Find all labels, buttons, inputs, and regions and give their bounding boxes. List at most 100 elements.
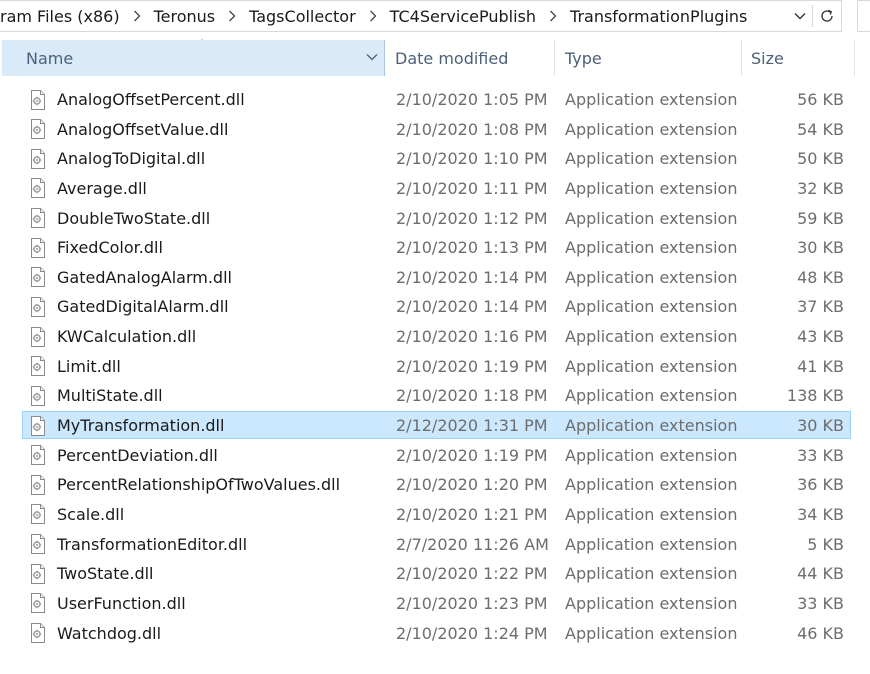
column-header-size[interactable]: Size [742, 40, 855, 76]
breadcrumb-tc4servicepublish[interactable]: TC4ServicePublish [384, 1, 542, 31]
dll-file-icon [30, 263, 48, 292]
file-row[interactable]: KWCalculation.dll 2/10/2020 1:16 PM Applic… [0, 322, 870, 352]
file-size: 33 KB [797, 445, 844, 465]
file-row[interactable]: FixedColor.dll 2/10/2020 1:13 PM Applicati… [0, 233, 870, 263]
file-row[interactable]: AnalogOffsetPercent.dll 2/10/2020 1:05 PM… [0, 85, 870, 115]
file-size: 37 KB [797, 297, 844, 317]
file-row[interactable]: GatedAnalogAlarm.dll 2/10/2020 1:14 PM App… [0, 263, 870, 293]
file-row[interactable]: MultiState.dll 2/10/2020 1:18 PM Applicati… [0, 381, 870, 411]
dll-file-icon [30, 441, 48, 470]
file-name: GatedAnalogAlarm.dll [57, 267, 232, 287]
file-type: Application extension [565, 534, 738, 554]
file-date-modified: 2/10/2020 1:22 PM [396, 564, 548, 584]
file-type: Application extension [565, 475, 738, 495]
search-box[interactable] [857, 0, 870, 32]
chevron-right-icon[interactable] [126, 1, 148, 31]
file-row[interactable]: PercentDeviation.dll 2/10/2020 1:19 PM App… [0, 441, 870, 471]
column-header-date-label: Date modified [395, 48, 509, 68]
dll-file-icon [30, 352, 48, 381]
file-size: 50 KB [797, 149, 844, 169]
file-explorer-window: ram Files (x86) Teronus TagsCollector TC… [0, 0, 870, 674]
file-date-modified: 2/10/2020 1:23 PM [396, 593, 548, 613]
file-date-modified: 2/10/2020 1:21 PM [396, 504, 548, 524]
file-name: GatedDigitalAlarm.dll [57, 297, 229, 317]
file-date-modified: 2/10/2020 1:20 PM [396, 475, 548, 495]
breadcrumb-teronus[interactable]: Teronus [148, 1, 222, 31]
file-size: 36 KB [797, 475, 844, 495]
column-header-size-label: Size [751, 48, 784, 68]
breadcrumb-transformationplugins[interactable]: TransformationPlugins [564, 1, 753, 31]
file-size: 138 KB [786, 386, 844, 406]
file-row[interactable]: DoubleTwoState.dll 2/10/2020 1:12 PM Appli… [0, 204, 870, 234]
file-name: MyTransformation.dll [57, 416, 225, 436]
file-type: Application extension [565, 208, 738, 228]
dll-file-icon [30, 619, 48, 648]
column-header-date-modified[interactable]: Date modified [385, 40, 555, 76]
file-date-modified: 2/10/2020 1:16 PM [396, 327, 548, 347]
file-type: Application extension [565, 416, 738, 436]
file-type: Application extension [565, 356, 738, 376]
file-type: Application extension [565, 267, 738, 287]
file-name: Limit.dll [57, 356, 121, 376]
file-size: 5 KB [807, 534, 844, 554]
column-header-name[interactable]: Name [2, 40, 385, 76]
file-size: 30 KB [797, 238, 844, 258]
dll-file-icon [30, 174, 48, 203]
dll-file-icon [30, 85, 48, 114]
chevron-right-icon[interactable] [362, 1, 384, 31]
dll-file-icon [30, 292, 48, 321]
breadcrumb-program-files[interactable]: ram Files (x86) [0, 1, 126, 31]
file-date-modified: 2/10/2020 1:18 PM [396, 386, 548, 406]
breadcrumb-tagscollector[interactable]: TagsCollector [243, 1, 362, 31]
dll-file-icon [30, 559, 48, 588]
file-type: Application extension [565, 238, 738, 258]
address-bar[interactable]: ram Files (x86) Teronus TagsCollector TC… [0, 0, 842, 32]
file-name: PercentRelationshipOfTwoValues.dll [57, 475, 341, 495]
file-row[interactable]: GatedDigitalAlarm.dll 2/10/2020 1:14 PM Ap… [0, 292, 870, 322]
file-row[interactable]: Watchdog.dll 2/10/2020 1:24 PM Application… [0, 619, 870, 649]
address-history-dropdown[interactable] [788, 1, 812, 31]
file-type: Application extension [565, 119, 738, 139]
file-name: MultiState.dll [57, 386, 163, 406]
file-size: 34 KB [797, 504, 844, 524]
file-type: Application extension [565, 90, 738, 109]
refresh-button[interactable] [813, 1, 841, 31]
file-row[interactable]: Scale.dll 2/10/2020 1:21 PM Application ex… [0, 500, 870, 530]
file-name: TransformationEditor.dll [57, 534, 248, 554]
column-header-type[interactable]: Type [555, 40, 742, 76]
file-name: AnalogToDigital.dll [57, 149, 206, 169]
file-row[interactable]: AnalogToDigital.dll 2/10/2020 1:10 PM Appl… [0, 144, 870, 174]
file-date-modified: 2/10/2020 1:05 PM [396, 90, 548, 109]
file-row[interactable]: Average.dll 2/10/2020 1:11 PM Application … [0, 174, 870, 204]
file-name: Watchdog.dll [57, 623, 162, 643]
file-date-modified: 2/10/2020 1:11 PM [396, 178, 548, 198]
file-row[interactable]: MyTransformation.dll 2/12/2020 1:31 PM App… [0, 411, 870, 441]
file-row[interactable]: TransformationEditor.dll 2/7/2020 11:26 A… [0, 530, 870, 560]
file-type: Application extension [565, 504, 738, 524]
chevron-down-icon[interactable] [366, 53, 378, 61]
file-row[interactable]: Limit.dll 2/10/2020 1:19 PM Application ex… [0, 352, 870, 382]
file-name: KWCalculation.dll [57, 327, 197, 347]
file-size: 41 KB [797, 356, 844, 376]
file-name: AnalogOffsetPercent.dll [57, 90, 245, 109]
chevron-right-icon[interactable] [221, 1, 243, 31]
file-row[interactable]: PercentRelationshipOfTwoValues.dll 2/10/2… [0, 470, 870, 500]
file-row[interactable]: TwoState.dll 2/10/2020 1:22 PM Application… [0, 559, 870, 589]
file-type: Application extension [565, 386, 738, 406]
file-date-modified: 2/10/2020 1:12 PM [396, 208, 548, 228]
file-size: 59 KB [797, 208, 844, 228]
chevron-right-icon[interactable] [542, 1, 564, 31]
file-type: Application extension [565, 564, 738, 584]
file-row[interactable]: UserFunction.dll 2/10/2020 1:23 PM Applica… [0, 589, 870, 619]
file-size: 30 KB [797, 416, 844, 436]
file-size: 43 KB [797, 327, 844, 347]
dll-file-icon [30, 144, 48, 173]
file-date-modified: 2/12/2020 1:31 PM [396, 416, 548, 436]
dll-file-icon [30, 530, 48, 559]
file-row[interactable]: AnalogOffsetValue.dll 2/10/2020 1:08 PM Ap… [0, 115, 870, 145]
dll-file-icon [30, 322, 48, 351]
dll-file-icon [30, 500, 48, 529]
dll-file-icon [30, 411, 48, 440]
file-name: Average.dll [57, 178, 147, 198]
file-name: AnalogOffsetValue.dll [57, 119, 229, 139]
